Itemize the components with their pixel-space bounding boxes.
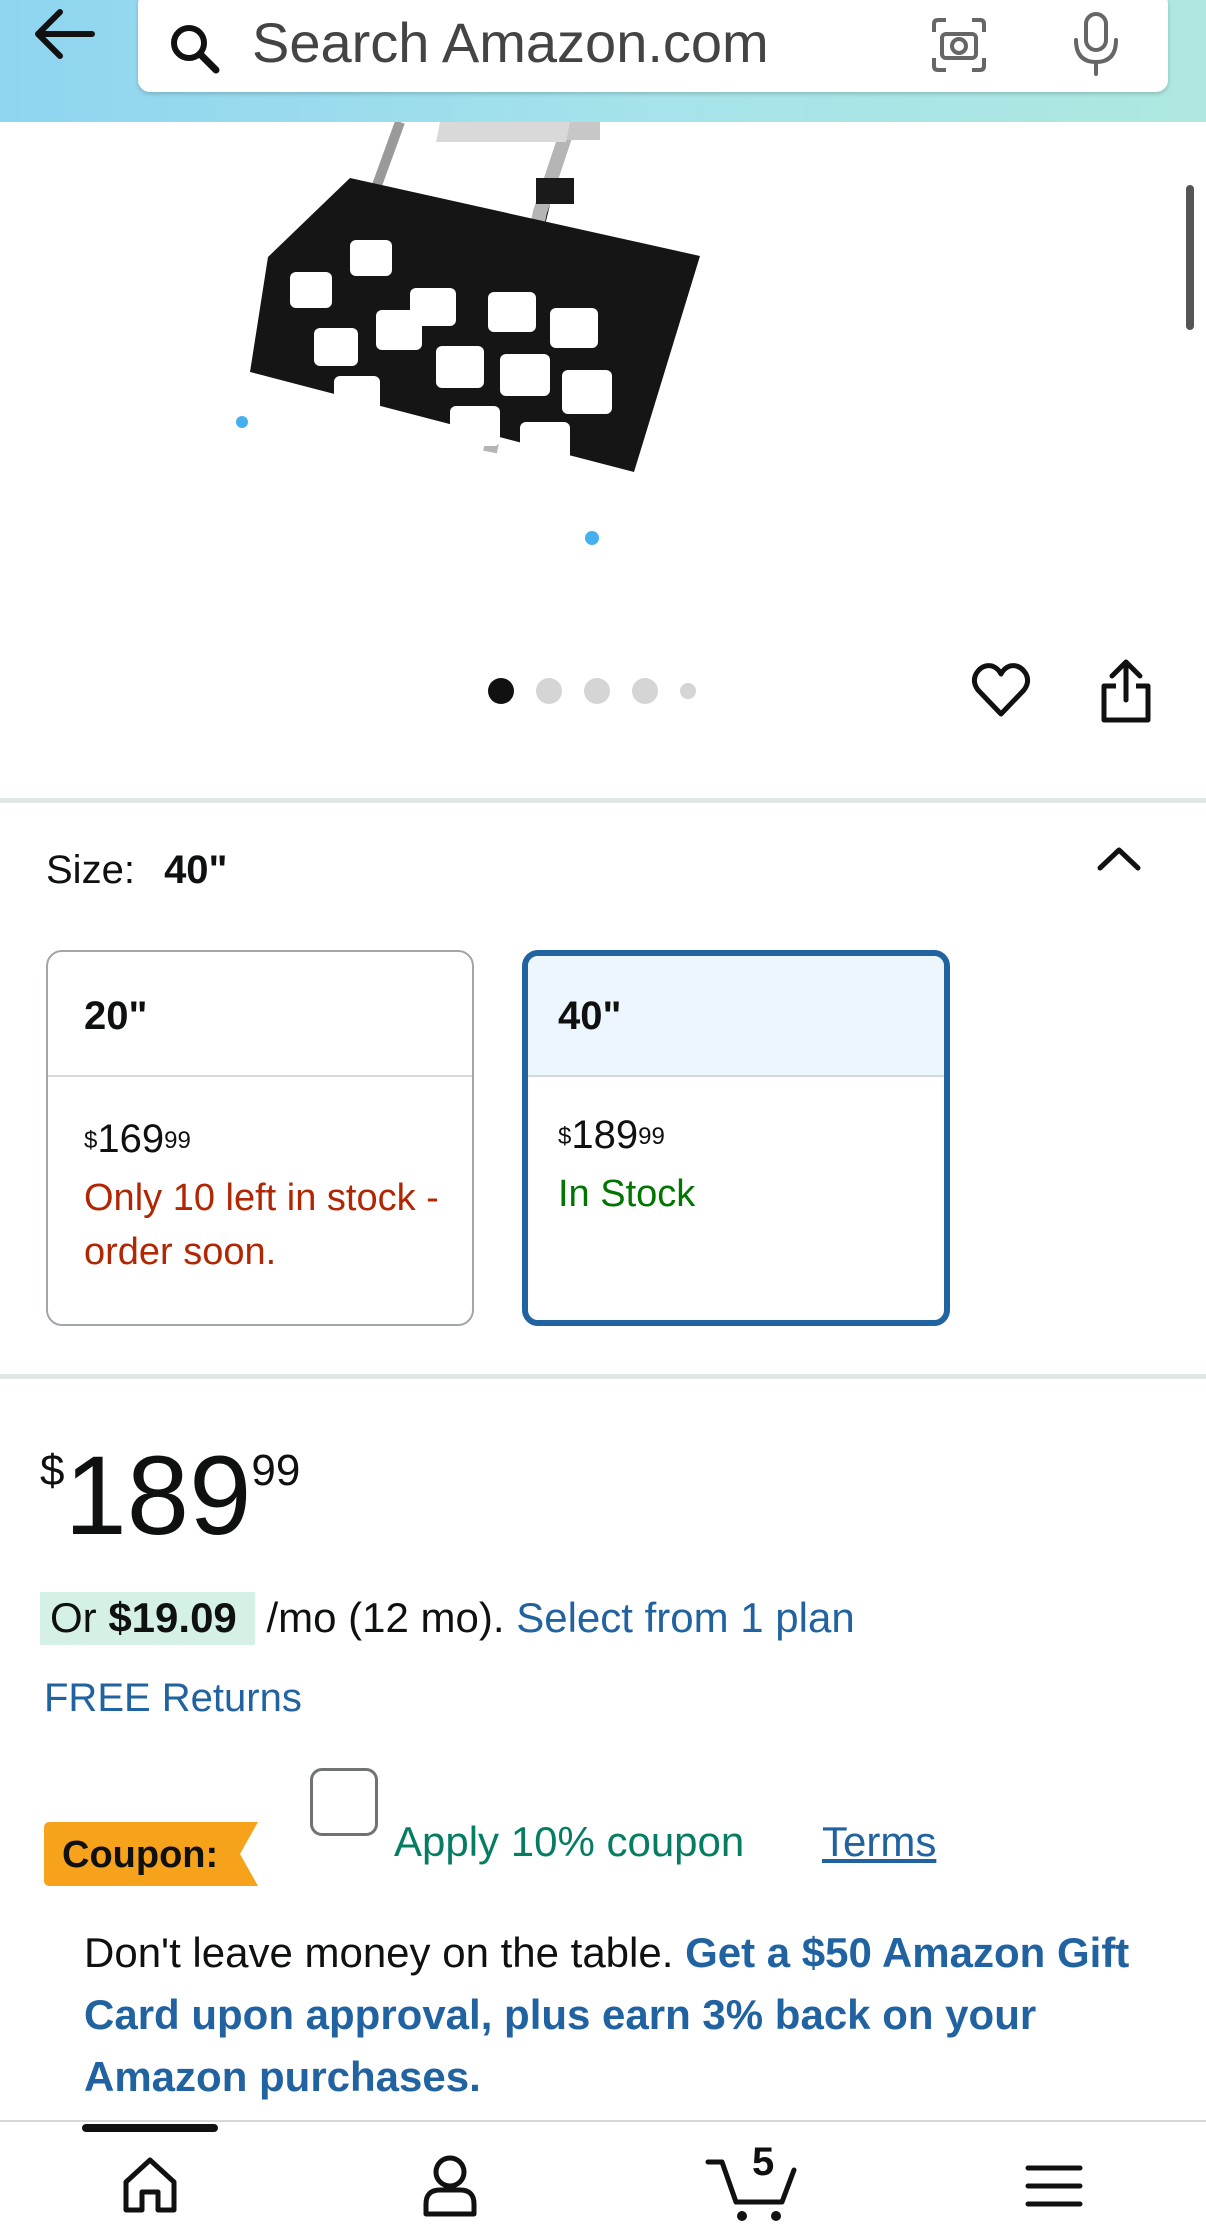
coupon-terms-link[interactable]: Terms xyxy=(822,1818,936,1866)
divider xyxy=(0,1374,1206,1379)
top-header xyxy=(0,0,1206,122)
image-pagination[interactable] xyxy=(488,676,696,706)
cart-icon[interactable]: 5 xyxy=(704,2140,804,2224)
heart-icon[interactable] xyxy=(970,660,1032,722)
stock-status: Only 10 left in stock - order soon. xyxy=(84,1177,439,1273)
promo-message: Don't leave money on the table. Get a $5… xyxy=(84,1929,1130,2100)
search-input[interactable] xyxy=(252,10,952,74)
back-arrow-icon[interactable] xyxy=(30,4,100,64)
product-image[interactable] xyxy=(230,119,830,562)
search-icon xyxy=(166,20,222,76)
size-selected-value: 40" xyxy=(164,848,228,892)
installment-amount: $19.09 xyxy=(108,1594,237,1641)
size-option-name: 40" xyxy=(528,956,944,1077)
size-option-price: $16999 xyxy=(84,1117,191,1161)
pagination-dot[interactable] xyxy=(680,683,696,699)
apply-coupon-text[interactable]: Apply 10% coupon xyxy=(394,1818,744,1866)
cart-count: 5 xyxy=(752,2140,775,2184)
camera-icon[interactable] xyxy=(928,14,990,76)
divider xyxy=(0,798,1206,803)
pagination-dot[interactable] xyxy=(536,678,562,704)
size-selector-header: Size: 40" xyxy=(46,848,228,893)
size-option-price: $18999 xyxy=(558,1113,665,1157)
account-icon[interactable] xyxy=(418,2148,482,2224)
active-tab-indicator xyxy=(82,2124,218,2132)
share-icon[interactable] xyxy=(1096,656,1156,726)
search-bar[interactable] xyxy=(138,0,1168,92)
pagination-dot[interactable] xyxy=(632,678,658,704)
free-returns-link[interactable]: FREE Returns xyxy=(44,1676,302,1721)
coupon-checkbox[interactable] xyxy=(310,1768,378,1836)
stock-status: In Stock xyxy=(558,1173,696,1215)
pagination-dot[interactable] xyxy=(488,678,514,704)
menu-icon[interactable] xyxy=(1022,2148,1086,2224)
home-icon[interactable] xyxy=(118,2148,182,2224)
size-option-name: 20" xyxy=(48,952,472,1077)
size-option-20[interactable]: 20" $16999 Only 10 left in stock - order… xyxy=(46,950,474,1326)
coupon-label: Coupon: xyxy=(62,1834,219,1876)
installment-offer: Or $19.09 /mo (12 mo). Select from 1 pla… xyxy=(40,1588,855,1648)
mic-icon[interactable] xyxy=(1068,10,1124,78)
scrollbar[interactable] xyxy=(1186,185,1194,330)
size-label: Size: xyxy=(46,848,135,892)
select-plan-link[interactable]: Select from 1 plan xyxy=(516,1594,855,1641)
pagination-dot[interactable] xyxy=(584,678,610,704)
product-price: $189 99 xyxy=(40,1433,301,1558)
size-option-40[interactable]: 40" $18999 In Stock xyxy=(522,950,950,1326)
bottom-navigation: 5 xyxy=(0,2120,1206,2236)
chevron-up-icon[interactable] xyxy=(1094,838,1144,878)
